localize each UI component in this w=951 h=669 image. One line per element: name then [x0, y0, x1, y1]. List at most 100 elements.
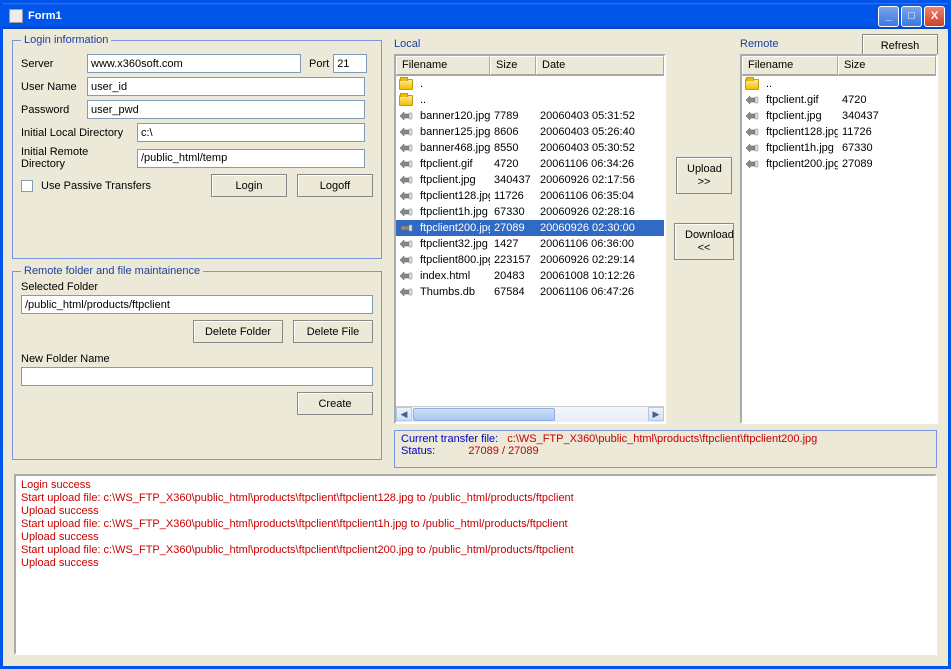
file-icon: [399, 158, 413, 170]
file-name: ftpclient.gif: [762, 94, 838, 106]
local-col-size[interactable]: Size: [490, 56, 536, 75]
status-panel: Current transfer file: c:\WS_FTP_X360\pu…: [394, 430, 937, 468]
file-name: ftpclient32.jpg: [416, 238, 490, 250]
minimize-button[interactable]: _: [878, 6, 899, 27]
file-icon: [399, 110, 413, 122]
file-name: ftpclient.jpg: [416, 174, 490, 186]
new-folder-input[interactable]: [21, 367, 373, 386]
scroll-right-icon[interactable]: ▶: [648, 407, 664, 421]
remote-col-size[interactable]: Size: [838, 56, 936, 75]
list-item[interactable]: banner468.jpg855020060403 05:30:52: [396, 140, 664, 156]
list-item[interactable]: ftpclient800.jpg22315720060926 02:29:14: [396, 252, 664, 268]
log-line: Start upload file: c:\WS_FTP_X360\public…: [21, 544, 930, 557]
file-name: ftpclient1h.jpg: [416, 206, 490, 218]
file-name: ftpclient1h.jpg: [762, 142, 838, 154]
local-col-filename[interactable]: Filename: [396, 56, 490, 75]
local-header: Filename Size Date: [396, 56, 664, 76]
transfer-file-label: Current transfer file:: [401, 433, 498, 445]
file-date: 20060403 05:26:40: [536, 126, 639, 138]
list-item[interactable]: ftpclient128.jpg11726: [742, 124, 936, 140]
download-button[interactable]: Download <<: [674, 223, 734, 260]
remote-col-filename[interactable]: Filename: [742, 56, 838, 75]
file-icon: [399, 190, 413, 202]
file-name: banner125.jpg: [416, 126, 490, 138]
list-item[interactable]: ..: [396, 92, 664, 108]
list-item[interactable]: ftpclient200.jpg27089: [742, 156, 936, 172]
file-name: ..: [762, 78, 838, 90]
file-date: 20060926 02:29:14: [536, 254, 639, 266]
list-item[interactable]: banner125.jpg860620060403 05:26:40: [396, 124, 664, 140]
file-size: 20483: [490, 270, 536, 282]
file-icon: [399, 238, 413, 250]
list-item[interactable]: ftpclient.gif4720: [742, 92, 936, 108]
passive-checkbox[interactable]: [21, 180, 33, 192]
list-item[interactable]: ftpclient1h.jpg6733020060926 02:28:16: [396, 204, 664, 220]
file-size: 67330: [838, 142, 888, 154]
list-item[interactable]: ftpclient.gif472020061106 06:34:26: [396, 156, 664, 172]
file-name: ..: [416, 94, 490, 106]
password-input[interactable]: [87, 100, 365, 119]
file-date: 20060926 02:30:00: [536, 222, 639, 234]
maximize-button[interactable]: □: [901, 6, 922, 27]
list-item[interactable]: ftpclient32.jpg142720061106 06:36:00: [396, 236, 664, 252]
status-value: 27089 / 27089: [468, 445, 538, 457]
log-textarea[interactable]: Login successStart upload file: c:\WS_FT…: [14, 474, 937, 655]
list-item[interactable]: index.html2048320061008 10:12:26: [396, 268, 664, 284]
port-input[interactable]: [333, 54, 367, 73]
scroll-left-icon[interactable]: ◀: [396, 407, 412, 421]
list-item[interactable]: .: [396, 76, 664, 92]
folder-icon: [745, 79, 759, 90]
file-size: 4720: [838, 94, 888, 106]
file-icon: [399, 126, 413, 138]
folder-icon: [399, 95, 413, 106]
port-label: Port: [309, 58, 329, 70]
file-icon: [745, 110, 759, 122]
logoff-button[interactable]: Logoff: [297, 174, 373, 197]
client-area: Login information Server Port User Name …: [6, 32, 945, 663]
list-item[interactable]: banner120.jpg778920060403 05:31:52: [396, 108, 664, 124]
username-label: User Name: [21, 81, 83, 93]
file-name: Thumbs.db: [416, 286, 490, 298]
file-date: 20060403 05:31:52: [536, 110, 639, 122]
local-scrollbar[interactable]: ◀ ▶: [396, 406, 664, 422]
file-date: 20061106 06:47:26: [536, 286, 638, 298]
delete-folder-button[interactable]: Delete Folder: [193, 320, 283, 343]
file-name: ftpclient.gif: [416, 158, 490, 170]
log-line: Start upload file: c:\WS_FTP_X360\public…: [21, 518, 930, 531]
close-button[interactable]: X: [924, 6, 945, 27]
list-item[interactable]: ftpclient200.jpg2708920060926 02:30:00: [396, 220, 664, 236]
list-item[interactable]: ftpclient128.jpg1172620061106 06:35:04: [396, 188, 664, 204]
list-item[interactable]: ..: [742, 76, 936, 92]
remote-listview[interactable]: Filename Size ..ftpclient.gif4720ftpclie…: [740, 54, 938, 424]
file-size: 340437: [838, 110, 888, 122]
file-name: .: [416, 78, 490, 90]
initial-local-dir-input[interactable]: [137, 123, 365, 142]
scroll-thumb[interactable]: [413, 408, 555, 421]
selected-folder-input[interactable]: [21, 295, 373, 314]
local-listview[interactable]: Filename Size Date ... banner120.jpg77892…: [394, 54, 666, 424]
list-item[interactable]: ftpclient.jpg340437: [742, 108, 936, 124]
local-col-date[interactable]: Date: [536, 56, 664, 75]
create-button[interactable]: Create: [297, 392, 373, 415]
file-name: ftpclient128.jpg: [762, 126, 838, 138]
file-name: ftpclient200.jpg: [762, 158, 838, 170]
server-input[interactable]: [87, 54, 301, 73]
file-date: 20060403 05:30:52: [536, 142, 639, 154]
upload-button[interactable]: Upload >>: [676, 157, 732, 194]
username-input[interactable]: [87, 77, 365, 96]
file-size: 8550: [490, 142, 536, 154]
login-button[interactable]: Login: [211, 174, 287, 197]
file-size: 4720: [490, 158, 536, 170]
delete-file-button[interactable]: Delete File: [293, 320, 373, 343]
log-line: Start upload file: c:\WS_FTP_X360\public…: [21, 492, 930, 505]
initial-remote-dir-label: Initial Remote Directory: [21, 146, 133, 170]
file-name: banner468.jpg: [416, 142, 490, 154]
initial-remote-dir-input[interactable]: [137, 149, 365, 168]
list-item[interactable]: ftpclient.jpg34043720060926 02:17:56: [396, 172, 664, 188]
list-item[interactable]: ftpclient1h.jpg67330: [742, 140, 936, 156]
list-item[interactable]: Thumbs.db6758420061106 06:47:26: [396, 284, 664, 300]
file-icon: [399, 286, 413, 298]
titlebar[interactable]: Form1 _ □ X: [3, 3, 948, 29]
file-icon: [399, 174, 413, 186]
file-name: ftpclient128.jpg: [416, 190, 490, 202]
